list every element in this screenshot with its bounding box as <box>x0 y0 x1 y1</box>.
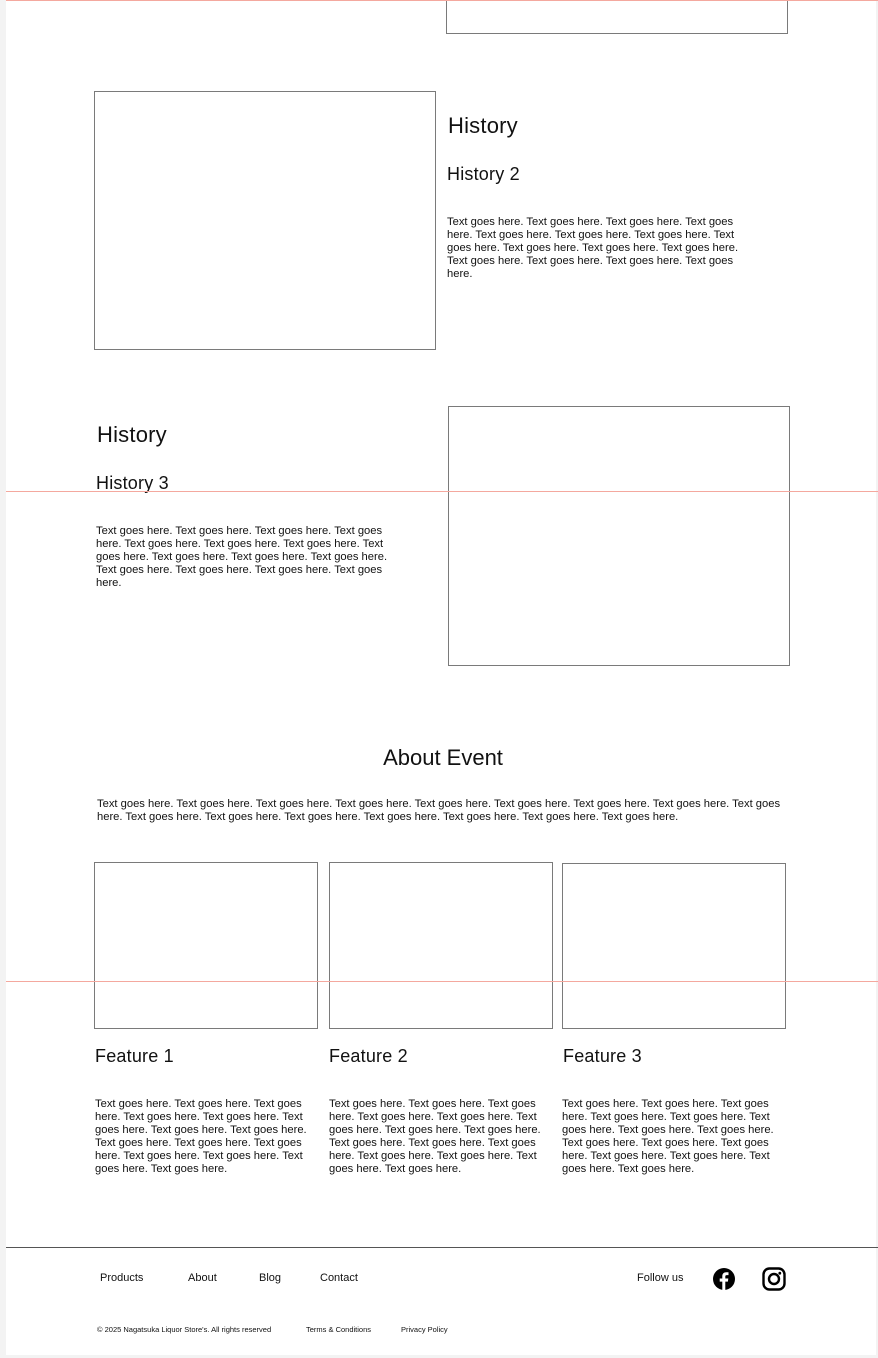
feature-1-text: Text goes here. Text goes here. Text goe… <box>95 1098 307 1175</box>
history-2-subheading: History 2 <box>447 164 520 184</box>
history-2-image <box>94 91 436 350</box>
copyright-text: © 2025 Nagatsuka Liquor Store's. All rig… <box>97 1325 272 1334</box>
history-2-text: Text goes here. Text goes here. Text goe… <box>447 216 739 280</box>
about-event-text: Text goes here. Text goes here. Text goe… <box>97 798 781 823</box>
footer-divider <box>6 1247 878 1248</box>
about-event-heading: About Event <box>383 745 503 770</box>
guide-line-lower <box>6 981 878 982</box>
footer-link-blog[interactable]: Blog <box>259 1272 281 1284</box>
feature-3-image <box>562 863 786 1029</box>
history-3-text: Text goes here. Text goes here. Text goe… <box>96 525 388 589</box>
feature-1-title: Feature 1 <box>95 1046 174 1066</box>
feature-2-image <box>329 862 553 1029</box>
footer-link-products[interactable]: Products <box>100 1272 143 1284</box>
terms-link[interactable]: Terms & Conditions <box>306 1325 371 1334</box>
footer-link-about[interactable]: About <box>188 1272 217 1284</box>
facebook-icon[interactable] <box>712 1267 736 1291</box>
instagram-icon[interactable] <box>762 1267 786 1291</box>
feature-3-title: Feature 3 <box>563 1046 642 1066</box>
history-2-heading: History <box>448 113 518 138</box>
image-placeholder-top <box>446 0 788 34</box>
history-3-heading: History <box>97 422 167 447</box>
feature-3-text: Text goes here. Text goes here. Text goe… <box>562 1098 774 1175</box>
feature-2-title: Feature 2 <box>329 1046 408 1066</box>
footer-link-contact[interactable]: Contact <box>320 1272 358 1284</box>
guide-line-middle <box>6 491 878 492</box>
feature-1-image <box>94 862 318 1029</box>
history-3-image <box>448 406 790 666</box>
feature-2-text: Text goes here. Text goes here. Text goe… <box>329 1098 541 1175</box>
guide-line-top <box>6 0 878 1</box>
privacy-link[interactable]: Privacy Policy <box>401 1325 448 1334</box>
follow-us-label: Follow us <box>637 1272 684 1284</box>
